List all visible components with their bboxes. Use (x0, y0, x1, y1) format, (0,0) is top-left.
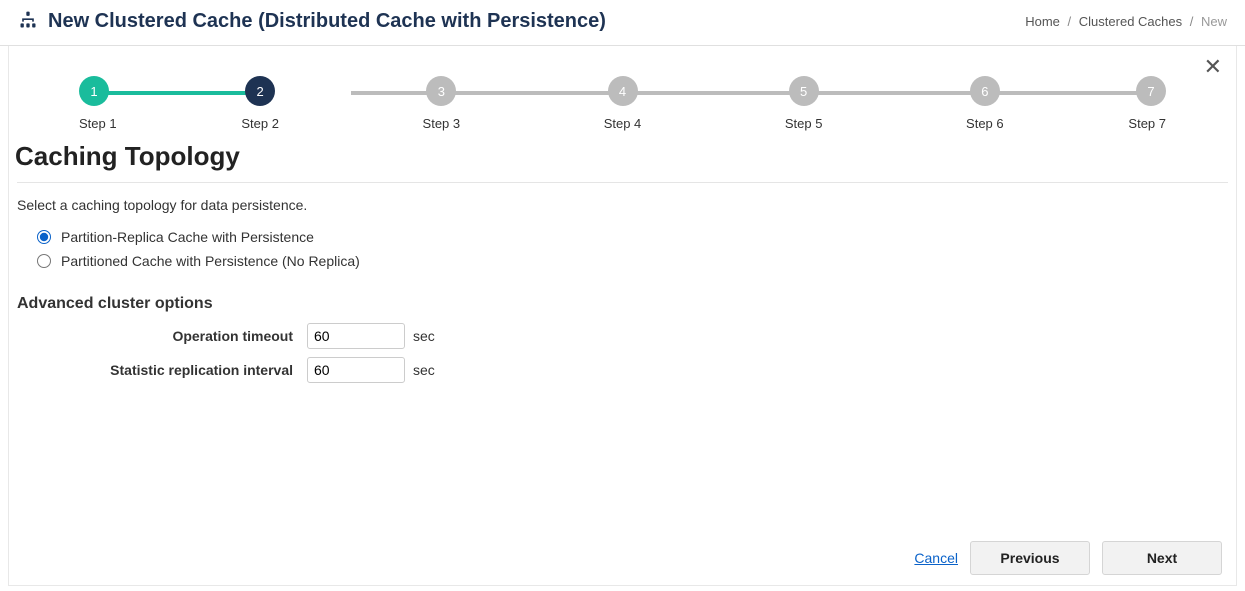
step-2[interactable]: 2 Step 2 (170, 76, 351, 131)
header-left: New Clustered Cache (Distributed Cache w… (18, 10, 606, 33)
step-label: Step 1 (79, 116, 117, 131)
step-6: 6 Step 6 (894, 76, 1075, 131)
next-button[interactable]: Next (1102, 541, 1222, 575)
topology-radio-group: Partition-Replica Cache with Persistence… (9, 229, 1236, 287)
step-7: 7 Step 7 (1075, 76, 1166, 131)
step-circle: 7 (1136, 76, 1166, 106)
step-connector (441, 91, 622, 95)
breadcrumb: Home / Clustered Caches / New (1025, 14, 1227, 29)
radio-label: Partition-Replica Cache with Persistence (61, 229, 314, 245)
radio-partitioned-no-replica[interactable]: Partitioned Cache with Persistence (No R… (37, 253, 1228, 269)
step-label: Step 4 (604, 116, 642, 131)
form-row-operation-timeout: Operation timeout sec (9, 319, 1236, 353)
step-circle: 4 (608, 76, 638, 106)
step-connector (804, 91, 985, 95)
form-row-stat-replication: Statistic replication interval sec (9, 353, 1236, 387)
advanced-options-title: Advanced cluster options (9, 287, 1236, 319)
instruction-text: Select a caching topology for data persi… (9, 197, 1236, 229)
step-label: Step 3 (423, 116, 461, 131)
step-label: Step 5 (785, 116, 823, 131)
step-label: Step 2 (241, 116, 279, 131)
step-3: 3 Step 3 (351, 76, 532, 131)
step-connector (94, 91, 260, 95)
stat-replication-label: Statistic replication interval (17, 362, 307, 378)
radio-label: Partitioned Cache with Persistence (No R… (61, 253, 360, 269)
step-circle: 2 (245, 76, 275, 106)
header-bar: New Clustered Cache (Distributed Cache w… (0, 0, 1245, 46)
step-circle: 1 (79, 76, 109, 106)
step-4: 4 Step 4 (532, 76, 713, 131)
step-connector (623, 91, 804, 95)
operation-timeout-input[interactable] (307, 323, 405, 349)
breadcrumb-sep: / (1190, 14, 1194, 29)
operation-timeout-unit: sec (413, 328, 435, 344)
step-5: 5 Step 5 (713, 76, 894, 131)
step-circle: 6 (970, 76, 1000, 106)
divider (17, 182, 1228, 183)
radio-input-partitioned-no-replica[interactable] (37, 254, 51, 268)
wizard-footer: Cancel Previous Next (914, 541, 1222, 575)
radio-input-partition-replica[interactable] (37, 230, 51, 244)
breadcrumb-home[interactable]: Home (1025, 14, 1060, 29)
step-1[interactable]: 1 Step 1 (79, 76, 170, 131)
breadcrumb-clustered-caches[interactable]: Clustered Caches (1079, 14, 1182, 29)
previous-button[interactable]: Previous (970, 541, 1090, 575)
breadcrumb-sep: / (1068, 14, 1072, 29)
step-label: Step 7 (1128, 116, 1166, 131)
section-title: Caching Topology (9, 131, 1236, 182)
step-connector (985, 91, 1151, 95)
page-title: New Clustered Cache (Distributed Cache w… (48, 10, 606, 33)
cancel-link[interactable]: Cancel (914, 550, 958, 566)
breadcrumb-current: New (1201, 14, 1227, 29)
step-label: Step 6 (966, 116, 1004, 131)
stepper: 1 Step 1 2 Step 2 3 Step 3 4 Step 4 5 St… (9, 46, 1236, 131)
wizard-body: ✕ 1 Step 1 2 Step 2 3 Step 3 4 Step 4 5 … (8, 46, 1237, 586)
step-circle: 5 (789, 76, 819, 106)
operation-timeout-label: Operation timeout (17, 328, 307, 344)
sitemap-icon (18, 10, 38, 33)
stat-replication-unit: sec (413, 362, 435, 378)
radio-partition-replica[interactable]: Partition-Replica Cache with Persistence (37, 229, 1228, 245)
stat-replication-input[interactable] (307, 357, 405, 383)
step-circle: 3 (426, 76, 456, 106)
